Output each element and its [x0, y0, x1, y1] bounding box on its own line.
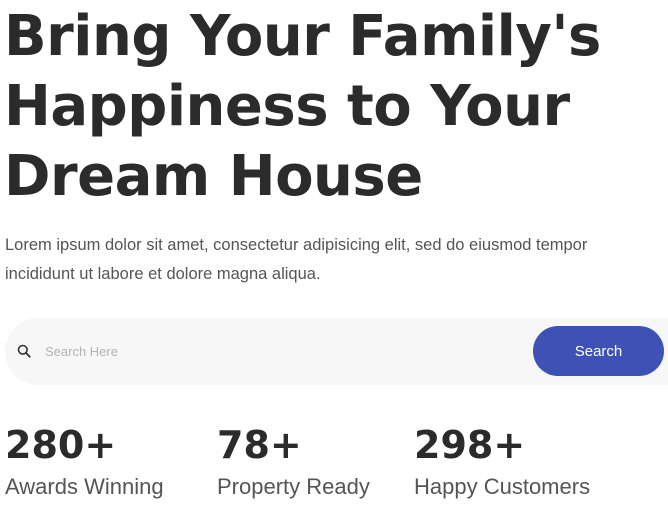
stat-label: Property Ready — [217, 474, 370, 499]
search-button[interactable]: Search — [533, 326, 664, 376]
hero-title-line: Happiness to Your — [4, 74, 570, 139]
stat-label: Awards Winning — [5, 474, 164, 499]
hero-title-line: Dream House — [4, 144, 423, 209]
stat-label: Happy Customers — [414, 474, 591, 499]
stat-customers: 298+ Happy Customers — [414, 421, 590, 501]
stat-awards: 280+ Awards Winning — [5, 421, 164, 501]
stat-value: 78+ — [217, 423, 302, 467]
stat-property: 78+ Property Ready — [217, 421, 370, 501]
stat-value: 298+ — [414, 423, 526, 467]
search-icon — [17, 344, 31, 358]
hero-title-line: Bring Your Family's — [4, 4, 601, 69]
search-bar: Search — [5, 318, 668, 385]
hero-subtitle: Lorem ipsum dolor sit amet, consectetur … — [5, 231, 667, 289]
stat-value: 280+ — [5, 423, 117, 467]
hero-subtitle-line: Lorem ipsum dolor sit amet, consectetur … — [5, 236, 588, 254]
search-input[interactable] — [45, 340, 515, 362]
hero-title: Bring Your Family's Happiness to Your Dr… — [4, 2, 664, 212]
hero-subtitle-line: incididunt ut labore et dolore magna ali… — [5, 265, 321, 283]
